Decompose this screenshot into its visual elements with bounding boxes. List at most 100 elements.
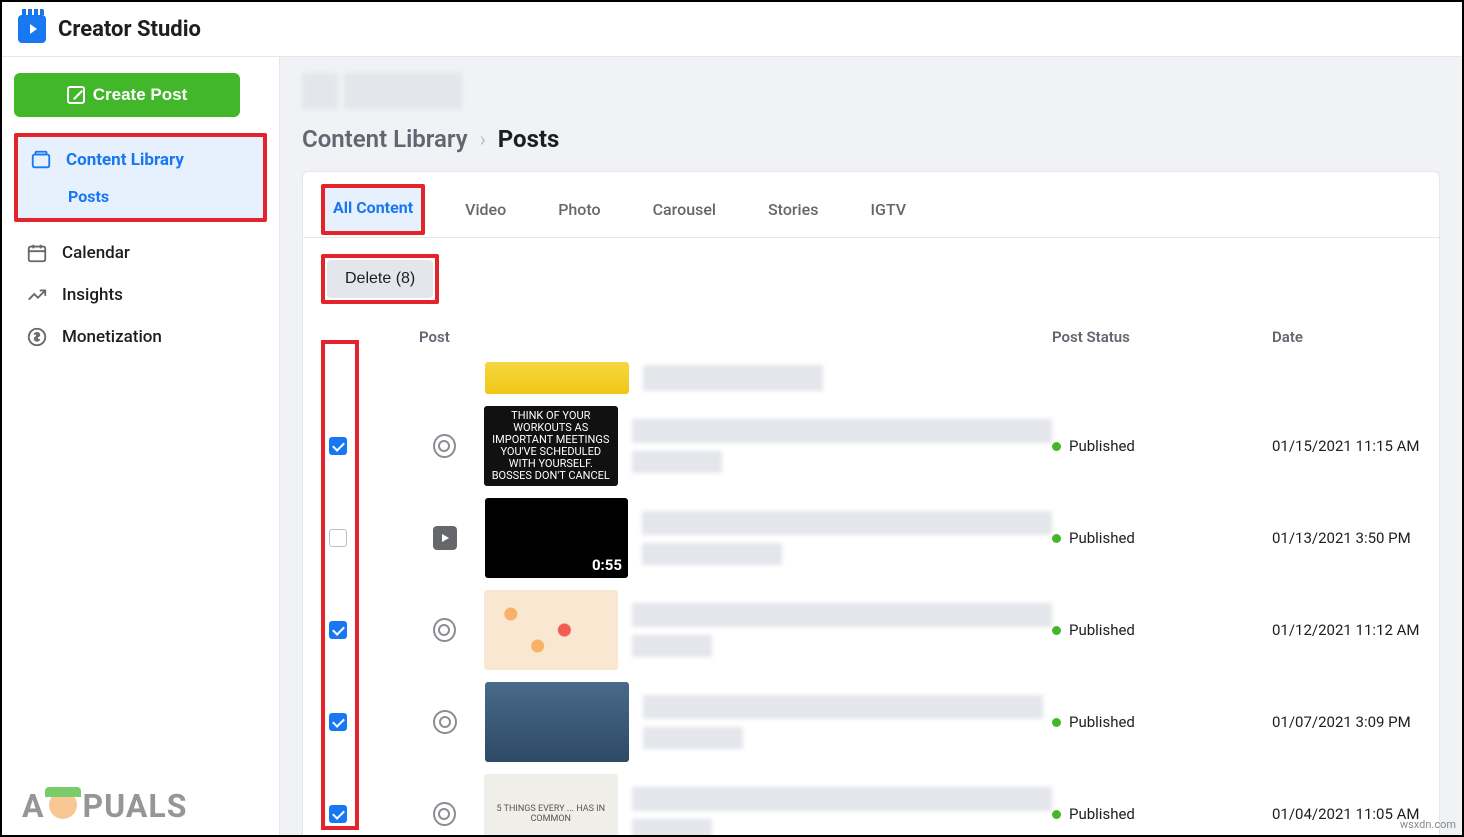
- app-title: Creator Studio: [58, 17, 201, 42]
- row-checkbox[interactable]: [329, 713, 347, 731]
- sidebar-item-label: Content Library: [66, 150, 184, 170]
- post-title-blurred: [632, 603, 1052, 627]
- library-icon: [30, 149, 52, 171]
- table-body: THINK OF YOUR WORKOUTS AS IMPORTANT MEET…: [303, 356, 1439, 835]
- creator-studio-logo-icon: [18, 15, 46, 43]
- body: Create Post Content Library Posts: [2, 57, 1462, 835]
- content-panel: All Content Video Photo Carousel Stories…: [302, 171, 1440, 835]
- row-checkbox[interactable]: [329, 805, 347, 823]
- post-subtitle-blurred: [632, 635, 712, 657]
- chevron-right-icon: ›: [480, 127, 486, 151]
- status-text: Published: [1069, 805, 1135, 823]
- row-checkbox[interactable]: [329, 437, 347, 455]
- create-post-button[interactable]: Create Post: [14, 73, 240, 117]
- tab-stories[interactable]: Stories: [756, 186, 830, 237]
- post-subtitle-blurred: [643, 727, 743, 749]
- status-badge: Published: [1052, 529, 1272, 547]
- sidebar-subitem-posts[interactable]: Posts: [18, 181, 263, 214]
- post-thumbnail[interactable]: 5 THINGS EVERY ... HAS IN COMMON: [484, 774, 618, 835]
- column-date: Date: [1272, 328, 1421, 346]
- main-content: Content Library › Posts All Content Vide…: [280, 57, 1462, 835]
- post-thumbnail[interactable]: [484, 590, 618, 670]
- status-text: Published: [1069, 437, 1135, 455]
- table-row[interactable]: THINK OF YOUR WORKOUTS AS IMPORTANT MEET…: [303, 400, 1439, 492]
- tab-all-content[interactable]: All Content: [321, 184, 425, 235]
- dollar-icon: [26, 326, 48, 348]
- breadcrumb: Content Library › Posts: [302, 125, 1440, 153]
- column-status: Post Status: [1052, 328, 1272, 346]
- status-badge: Published: [1052, 805, 1272, 823]
- status-dot-icon: [1052, 626, 1061, 635]
- post-title-blurred: [632, 787, 1052, 811]
- post-subtitle-blurred: [632, 819, 712, 835]
- post-date: 01/07/2021 3:09 PM: [1272, 713, 1421, 731]
- page-avatar-blurred: [302, 73, 338, 109]
- table-row[interactable]: Published 01/07/2021 3:09 PM: [303, 676, 1439, 768]
- create-post-label: Create Post: [93, 85, 187, 105]
- watermark: A PUALS: [22, 787, 187, 825]
- sidebar-item-monetization[interactable]: Monetization: [14, 316, 267, 358]
- post-date: 01/04/2021 11:05 AM: [1272, 805, 1421, 823]
- table-header: Post Post Status Date: [303, 320, 1439, 356]
- photo-type-icon: [433, 618, 456, 642]
- post-subtitle-blurred: [632, 451, 722, 473]
- sidebar-item-label: Calendar: [62, 243, 130, 263]
- calendar-icon: [26, 242, 48, 264]
- watermark-text-b: PUALS: [83, 787, 188, 825]
- sidebar-item-insights[interactable]: Insights: [14, 274, 267, 316]
- video-duration: 0:55: [592, 556, 622, 574]
- post-title-blurred: [632, 419, 1052, 443]
- page-name-blurred: [344, 73, 462, 109]
- table-row[interactable]: 0:55 Published 01/13/2021 3:50 PM: [303, 492, 1439, 584]
- table-row[interactable]: 5 THINGS EVERY ... HAS IN COMMON Publishe…: [303, 768, 1439, 835]
- status-dot-icon: [1052, 810, 1061, 819]
- breadcrumb-current: Posts: [498, 125, 560, 153]
- tab-carousel[interactable]: Carousel: [641, 186, 728, 237]
- source-credit: wsxdn.com: [1400, 818, 1456, 831]
- post-thumbnail[interactable]: 0:55: [485, 498, 628, 578]
- status-dot-icon: [1052, 718, 1061, 727]
- post-date: 01/13/2021 3:50 PM: [1272, 529, 1421, 547]
- page-selector[interactable]: [302, 73, 1440, 109]
- row-checkbox[interactable]: [329, 621, 347, 639]
- compose-icon: [67, 86, 85, 104]
- sidebar-item-label: Insights: [62, 285, 123, 305]
- sidebar: Create Post Content Library Posts: [2, 57, 280, 835]
- status-text: Published: [1069, 713, 1135, 731]
- post-title-blurred: [642, 511, 1052, 535]
- post-date: 01/15/2021 11:15 AM: [1272, 437, 1421, 455]
- watermark-mascot-icon: [45, 787, 83, 825]
- status-text: Published: [1069, 529, 1135, 547]
- breadcrumb-root[interactable]: Content Library: [302, 125, 468, 153]
- photo-type-icon: [433, 802, 456, 826]
- table-row[interactable]: Published01/12/2021 11:12 AM: [303, 584, 1439, 676]
- sidebar-item-label: Monetization: [62, 327, 162, 347]
- sidebar-item-calendar[interactable]: Calendar: [14, 232, 267, 274]
- delete-button[interactable]: Delete (8): [327, 260, 433, 298]
- post-thumbnail[interactable]: THINK OF YOUR WORKOUTS AS IMPORTANT MEET…: [484, 406, 618, 486]
- tab-video[interactable]: Video: [453, 186, 518, 237]
- post-thumbnail[interactable]: [485, 682, 629, 762]
- photo-type-icon: [433, 710, 457, 734]
- tab-igtv[interactable]: IGTV: [858, 186, 918, 237]
- status-dot-icon: [1052, 534, 1061, 543]
- post-title-blurred: [643, 695, 1043, 719]
- status-dot-icon: [1052, 442, 1061, 451]
- post-subtitle-blurred: [642, 543, 782, 565]
- watermark-text-a: A: [22, 787, 45, 825]
- row-checkbox[interactable]: [329, 529, 347, 547]
- post-thumbnail[interactable]: [485, 362, 629, 394]
- sidebar-item-content-library[interactable]: Content Library: [18, 139, 263, 181]
- highlight-content-library: Content Library Posts: [14, 133, 267, 222]
- highlight-delete: Delete (8): [321, 254, 439, 304]
- tab-photo[interactable]: Photo: [546, 186, 612, 237]
- table-row[interactable]: [303, 356, 1439, 400]
- post-title-blurred: [643, 365, 823, 391]
- bulk-toolbar: Delete (8): [303, 238, 1439, 320]
- insights-icon: [26, 284, 48, 306]
- column-post: Post: [359, 328, 1052, 346]
- status-badge: Published: [1052, 621, 1272, 639]
- top-bar: Creator Studio: [2, 2, 1462, 57]
- post-date: 01/12/2021 11:12 AM: [1272, 621, 1421, 639]
- status-badge: Published: [1052, 713, 1272, 731]
